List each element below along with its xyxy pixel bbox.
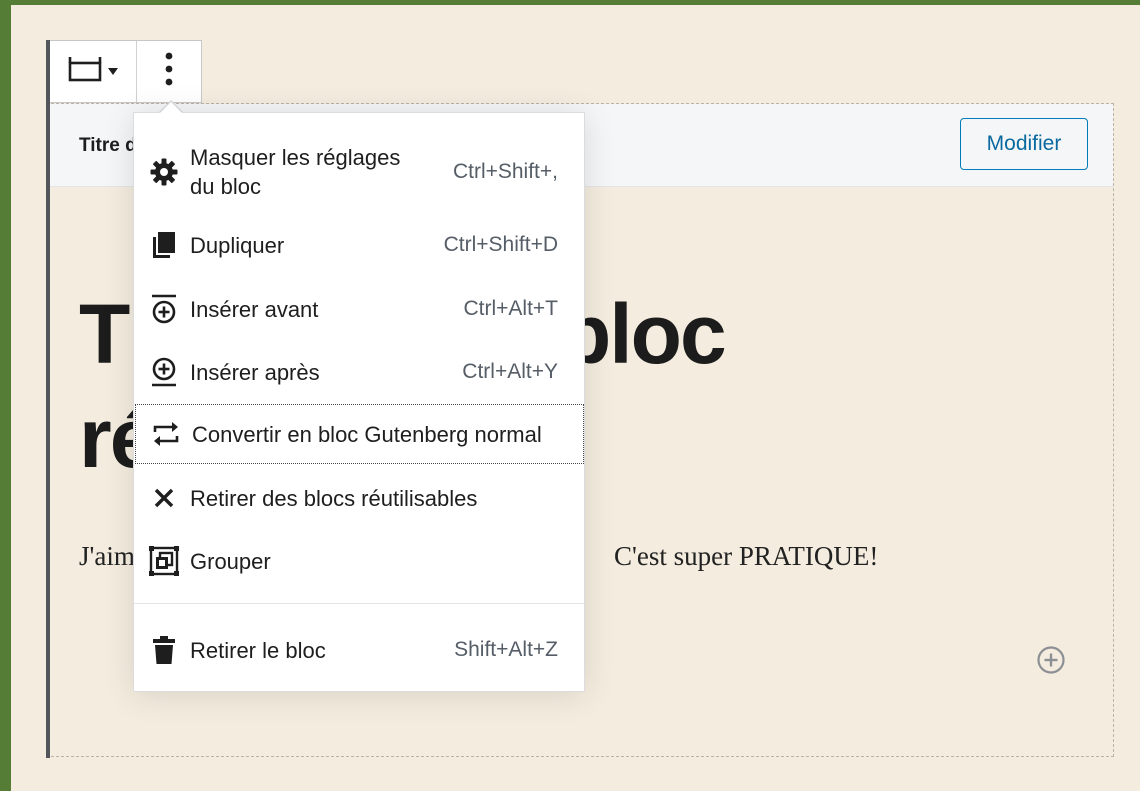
block-switcher-button[interactable] bbox=[50, 41, 137, 102]
menu-item-label: Grouper bbox=[190, 548, 271, 574]
menu-item-hide-settings[interactable]: Masquer les réglages du bloc Ctrl+Shift+… bbox=[134, 141, 584, 203]
block-toolbar bbox=[50, 40, 202, 103]
menu-item-convert-to-regular[interactable]: Convertir en bloc Gutenberg normal bbox=[135, 404, 584, 464]
menu-separator bbox=[134, 603, 584, 604]
menu-item-label: Dupliquer bbox=[190, 232, 285, 258]
reusable-block-icon bbox=[68, 56, 102, 87]
trash-icon bbox=[148, 634, 180, 666]
menu-item-label: Retirer le bloc bbox=[190, 637, 326, 663]
close-icon bbox=[148, 482, 180, 514]
duplicate-icon bbox=[148, 229, 180, 261]
convert-icon bbox=[150, 418, 182, 450]
menu-item-label: Insérer avant bbox=[190, 296, 319, 322]
reusable-block-title-label: Titre d bbox=[79, 135, 137, 156]
menu-item-shortcut: Ctrl+Shift+, bbox=[452, 160, 558, 183]
menu-item-shortcut: Ctrl+Alt+T bbox=[463, 297, 558, 320]
paragraph-fragment-right: C'est super PRATIQUE! bbox=[614, 541, 879, 571]
gear-icon bbox=[148, 156, 180, 188]
menu-item-group[interactable]: Grouper bbox=[134, 540, 584, 582]
menu-item-shortcut: Ctrl+Shift+D bbox=[443, 233, 558, 256]
insert-after-icon bbox=[148, 356, 180, 388]
add-block-icon[interactable] bbox=[1036, 645, 1066, 675]
block-options-menu: Masquer les réglages du bloc Ctrl+Shift+… bbox=[133, 112, 585, 692]
menu-item-remove-from-reusable[interactable]: Retirer des blocs réutilisables bbox=[134, 478, 584, 518]
menu-item-label: Retirer des blocs réutilisables bbox=[190, 485, 478, 511]
caret-down-icon bbox=[108, 63, 118, 81]
menu-item-label: Convertir en bloc Gutenberg normal bbox=[192, 421, 542, 447]
menu-item-label: Insérer après bbox=[190, 359, 320, 385]
menu-item-shortcut: Ctrl+Alt+Y bbox=[462, 360, 558, 383]
menu-item-label: Masquer les réglages du bloc bbox=[190, 143, 453, 201]
menu-item-shortcut: Shift+Alt+Z bbox=[454, 638, 558, 661]
menu-item-insert-after[interactable]: Insérer après Ctrl+Alt+Y bbox=[134, 352, 584, 392]
insert-before-icon bbox=[148, 293, 180, 325]
group-icon bbox=[148, 545, 180, 577]
menu-arrow-inner bbox=[160, 102, 182, 113]
menu-item-label-line-2: du bloc bbox=[190, 174, 261, 199]
menu-item-label-line-1: Masquer les réglages bbox=[190, 145, 401, 170]
menu-item-duplicate[interactable]: Dupliquer Ctrl+Shift+D bbox=[134, 225, 584, 265]
more-options-button[interactable] bbox=[137, 41, 201, 102]
menu-item-remove-block[interactable]: Retirer le bloc Shift+Alt+Z bbox=[134, 630, 584, 670]
modify-button[interactable]: Modifier bbox=[960, 118, 1088, 170]
more-vertical-icon bbox=[164, 52, 174, 91]
paragraph-fragment-left: J'aim bbox=[79, 541, 135, 571]
menu-item-insert-before[interactable]: Insérer avant Ctrl+Alt+T bbox=[134, 289, 584, 329]
